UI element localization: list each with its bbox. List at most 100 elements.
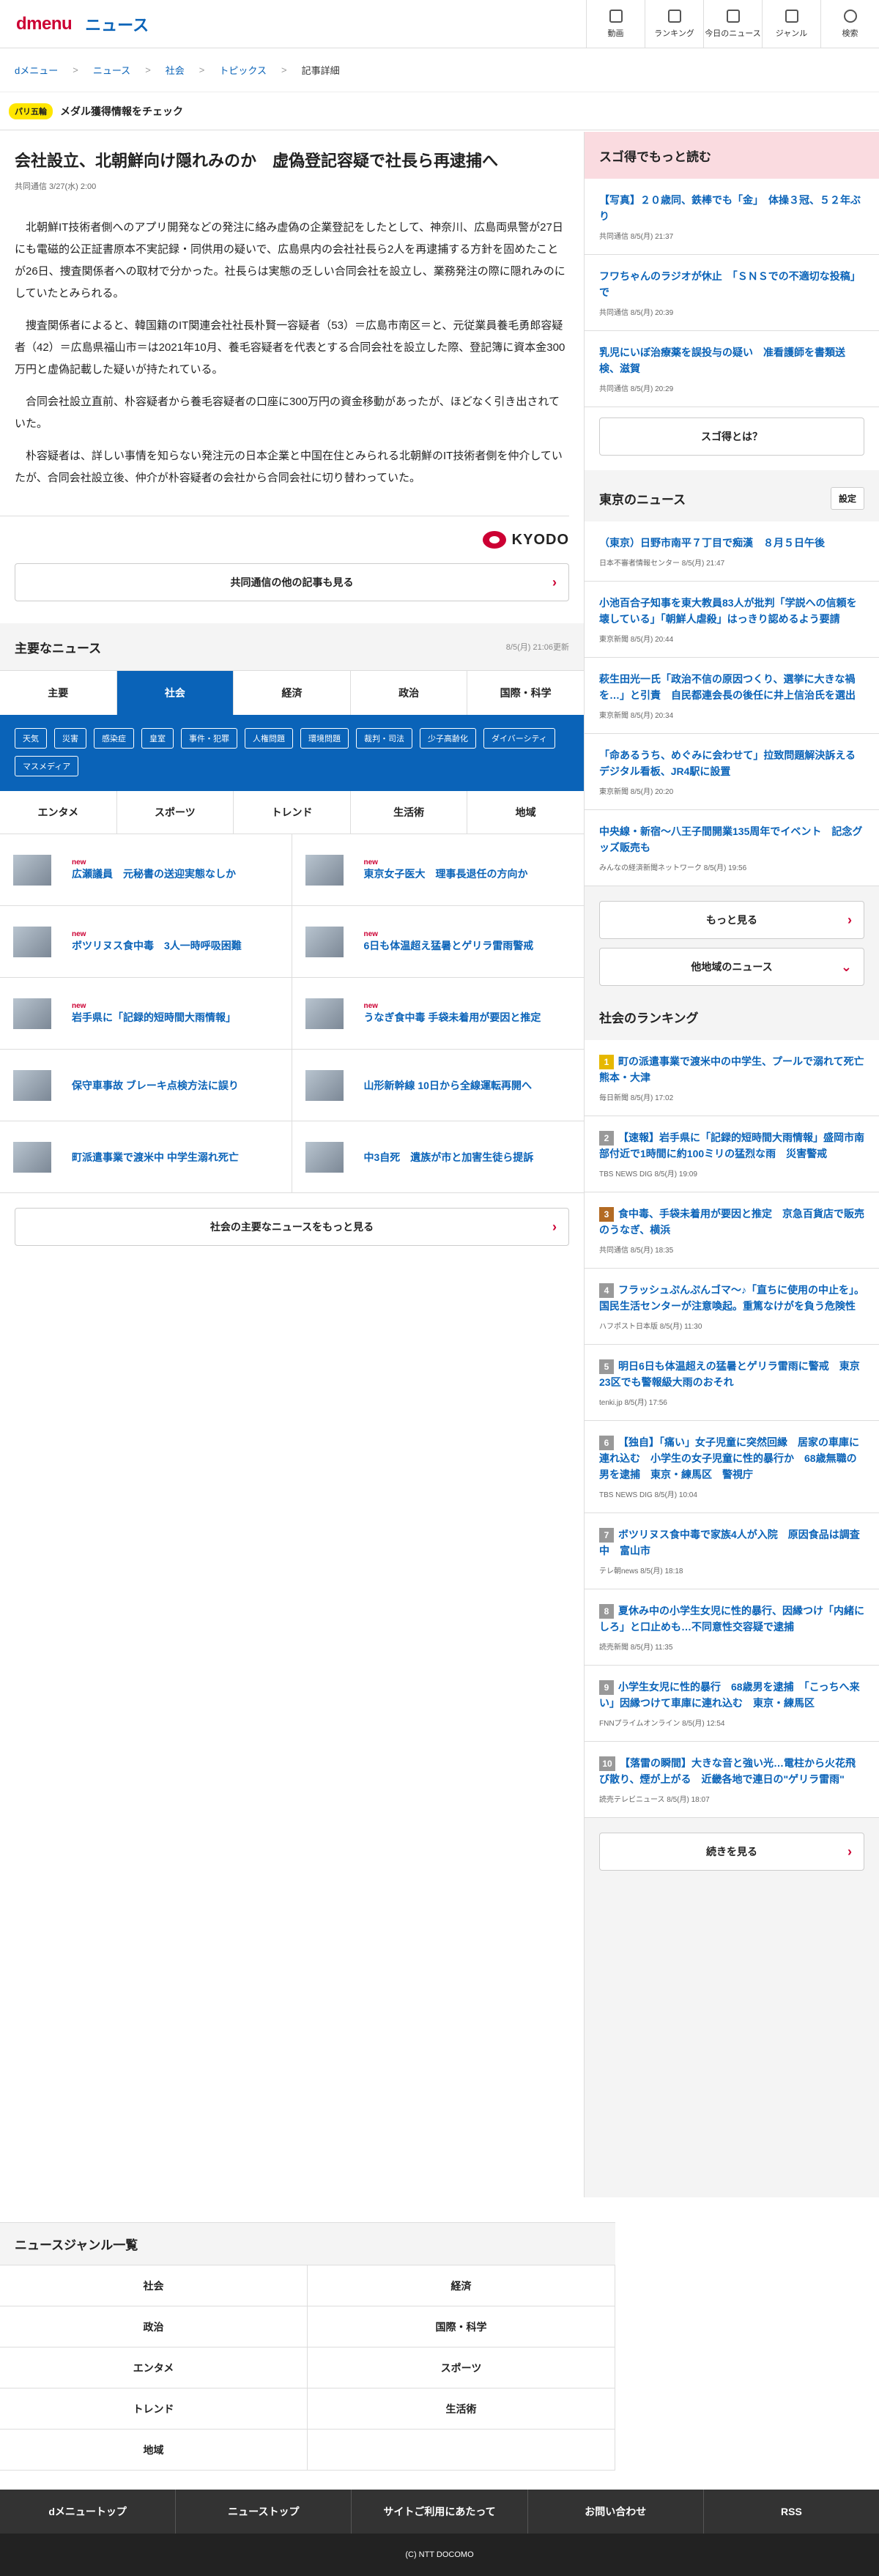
tab-international[interactable]: 国際・科学	[467, 671, 584, 715]
dmenu-logo[interactable]: dmenu	[16, 14, 73, 34]
header-nav: 動画 ランキング 今日のニュース ジャンル 検索	[586, 0, 879, 48]
rank-badge: 3	[599, 1207, 614, 1222]
tab-region[interactable]: 地域	[467, 791, 584, 834]
genre-economy[interactable]: 経済	[308, 2265, 615, 2306]
article-paragraph: 捜査関係者によると、韓国籍のIT関連会社社長朴賢一容疑者（53）＝広島市南区＝と…	[15, 319, 565, 376]
kyodo-logo: KYODO	[0, 516, 569, 549]
news-item[interactable]: 山形新幹線 10日から全線運転再開へ	[292, 1050, 584, 1121]
tab-economy[interactable]: 経済	[234, 671, 351, 715]
ranking-item[interactable]: 10 【落雷の瞬間】大きな音と強い光…電柱から火花飛び散り、煙が上がる 近畿各地で…	[585, 1742, 879, 1818]
footer-nav: dメニュートップ ニューストップ サイトご利用にあたって お問い合わせ RSS	[0, 2490, 879, 2534]
genre-entertainment[interactable]: エンタメ	[0, 2347, 308, 2388]
chip-environment[interactable]: 環境問題	[300, 728, 349, 749]
chevron-right-icon: ›	[848, 912, 852, 927]
chip-crime[interactable]: 事件・犯罪	[181, 728, 237, 749]
news-item[interactable]: new 東京女子医大 理事長退任の方向か	[292, 834, 584, 906]
tab-main[interactable]: 主要	[0, 671, 117, 715]
tab-lifestyle[interactable]: 生活術	[351, 791, 468, 834]
breadcrumb-dmenu[interactable]: dメニュー	[15, 63, 58, 77]
sugotoku-item[interactable]: 【写真】２０歳同、鉄棒でも「金」 体操３冠、５２年ぶり 共同通信 8/5(月) 2…	[585, 179, 879, 255]
footer-terms[interactable]: サイトご利用にあたって	[352, 2490, 528, 2534]
chip-diversity[interactable]: ダイバーシティ	[483, 728, 555, 749]
chip-weather[interactable]: 天気	[15, 728, 47, 749]
chip-human-rights[interactable]: 人権問題	[245, 728, 293, 749]
video-icon	[609, 9, 623, 23]
news-item[interactable]: new ボツリヌス食中毒 3人一時呼吸困難	[0, 906, 292, 978]
nav-search[interactable]: 検索	[820, 0, 879, 48]
ranking-more-button[interactable]: 続きを見る ›	[599, 1833, 864, 1871]
ranking-item[interactable]: 6 【独自】「痛い」女子児童に突然回縁 居家の車庫に連れ込む 小学生の女子児童に性…	[585, 1421, 879, 1513]
news-item[interactable]: 町派遣事業で渡米中 中学生溺れ死亡	[0, 1121, 292, 1193]
more-kyodo-button[interactable]: 共同通信の他の記事も見る ›	[15, 563, 569, 601]
news-item[interactable]: new 広瀬議員 元秘書の送迎実態なしか	[0, 834, 292, 906]
ranking-item[interactable]: 2 【速報】岩手県に「記録的短時間大雨情報」盛岡市南部付近で1時間に約100ミリの…	[585, 1116, 879, 1192]
ranking-item[interactable]: 4 フラッシュぷんぷんゴマ〜♪「直ちに使用の中止を」。国民生活センターが注意喚起。…	[585, 1269, 879, 1345]
chip-aging[interactable]: 少子高齢化	[420, 728, 476, 749]
genre-trend[interactable]: トレンド	[0, 2388, 308, 2430]
search-icon	[843, 9, 857, 23]
chip-infection[interactable]: 感染症	[94, 728, 134, 749]
tab-society[interactable]: 社会	[116, 671, 234, 715]
news-logo[interactable]: ニュース	[85, 12, 149, 36]
site-logo[interactable]: dmenu ニュース	[16, 12, 149, 36]
news-thumbnail	[305, 1069, 344, 1101]
ranking-item[interactable]: 8 夏休み中の小学生女児に性的暴行、因縁つけ「内緒にしろ」と口止めも…不同意性交容…	[585, 1589, 879, 1666]
ranking-item[interactable]: 5 明日6日も体温超えの猛暑とゲリラ雷雨に警戒 東京23区でも警報級大雨のおそれ t…	[585, 1345, 879, 1421]
genre-society[interactable]: 社会	[0, 2265, 308, 2306]
nav-today[interactable]: 今日のニュース	[703, 0, 762, 48]
chip-imperial[interactable]: 皇室	[141, 728, 174, 749]
chip-court[interactable]: 裁判・司法	[356, 728, 412, 749]
genre-international[interactable]: 国際・科学	[308, 2306, 615, 2347]
genre-lifestyle[interactable]: 生活術	[308, 2388, 615, 2430]
chip-disaster[interactable]: 災害	[54, 728, 86, 749]
tokyo-news-item[interactable]: 萩生田光一氏「政治不信の原因つくり、選挙に大きな禍を…」と引責 自民都連会長の後…	[585, 658, 879, 734]
tokyo-news-item[interactable]: 小池百合子知事を東大教員83人が批判「学説への信頼を壊している」「朝鮮人虐殺」は…	[585, 582, 879, 658]
sugotoku-about-button[interactable]: スゴ得とは？	[599, 417, 864, 456]
news-thumbnail	[305, 998, 344, 1029]
other-region-button[interactable]: 他地域のニュース ⌄	[599, 948, 864, 986]
tokyo-news-item[interactable]: 中央線・新宿〜八王子間開業135周年でイベント 記念グッズ販売も みんなの経済新聞…	[585, 810, 879, 886]
tokyo-more-button[interactable]: もっと見る ›	[599, 901, 864, 939]
news-thumbnail	[305, 854, 344, 886]
news-item[interactable]: new うなぎ食中毒 手袋未着用が要因と推定	[292, 978, 584, 1050]
news-item[interactable]: new 6日も体温超え猛暑とゲリラ雷雨警戒	[292, 906, 584, 978]
ranking-item[interactable]: 9 小学生女児に性的暴行 68歳男を逮捕 「こっちへ来い」因縁つけて車庫に連れ込む…	[585, 1666, 879, 1742]
ranking-item[interactable]: 3 食中毒、手袋未着用が要因と推定 京急百貨店で販売のうなぎ、横浜 共同通信 8/5…	[585, 1192, 879, 1269]
breadcrumb-society[interactable]: 社会	[166, 63, 185, 77]
ticker-text[interactable]: メダル獲得情報をチェック	[60, 104, 183, 119]
breadcrumb-news[interactable]: ニュース	[93, 63, 130, 77]
ranking-item[interactable]: 1 町の派遣事業で渡米中の中学生、プールで溺れて死亡 熊本・大津 毎日新聞 8/5(…	[585, 1040, 879, 1116]
footer-news-top[interactable]: ニューストップ	[176, 2490, 352, 2534]
news-item[interactable]: 中3自死 遺族が市と加害生徒ら提訴	[292, 1121, 584, 1193]
rank-badge: 10	[599, 1756, 615, 1771]
nav-genre[interactable]: ジャンル	[762, 0, 820, 48]
more-society-button[interactable]: 社会の主要なニュースをもっと見る ›	[15, 1208, 569, 1246]
tab-politics[interactable]: 政治	[351, 671, 468, 715]
tokyo-news-item[interactable]: 「命あるうち、めぐみに会わせて」拉致問題解決訴えるデジタル看板、JR4駅に設置東…	[585, 734, 879, 810]
chip-mass-media[interactable]: マスメディア	[15, 756, 79, 776]
news-item[interactable]: new 岩手県に「記録的短時間大雨情報」	[0, 978, 292, 1050]
tab-entertainment[interactable]: エンタメ	[0, 791, 117, 834]
tokyo-news-item[interactable]: （東京）日野市南平７丁目で痴漢 ８月５日午後 日本不審者情報センター 8/5(月)…	[585, 521, 879, 582]
settings-button[interactable]: 設定	[830, 486, 864, 510]
tab-trend[interactable]: トレンド	[234, 791, 351, 834]
genre-sports[interactable]: スポーツ	[308, 2347, 615, 2388]
news-item[interactable]: 保守車事故 ブレーキ点検方法に誤り	[0, 1050, 292, 1121]
sugotoku-item[interactable]: フワちゃんのラジオが休止 「ＳＮＳでの不適切な投稿」で 共同通信 8/5(月) 2…	[585, 255, 879, 331]
news-tabs: 主要 社会 経済 政治 国際・科学	[0, 670, 584, 715]
sugotoku-item[interactable]: 乳児にいぼ治療薬を誤投与の疑い 准看護師を書類送検、滋賀 共同通信 8/5(月) …	[585, 331, 879, 407]
genre-region[interactable]: 地域	[0, 2430, 308, 2471]
footer-contact[interactable]: お問い合わせ	[528, 2490, 704, 2534]
footer-dmenu-top[interactable]: dメニュートップ	[0, 2490, 177, 2534]
breadcrumb-topics[interactable]: トピックス	[219, 63, 267, 77]
nav-video[interactable]: 動画	[586, 0, 645, 48]
footer-rss[interactable]: RSS	[704, 2490, 879, 2534]
tab-sports[interactable]: スポーツ	[117, 791, 234, 834]
main-news-header: 主要なニュース 8/5(月) 21:06更新	[0, 623, 584, 670]
nav-ranking[interactable]: ランキング	[645, 0, 703, 48]
news-thumbnail	[13, 998, 51, 1029]
ticker-bar[interactable]: パリ五輪 メダル獲得情報をチェック	[0, 92, 879, 130]
ranking-item[interactable]: 7 ボツリヌス食中毒で家族4人が入院 原因食品は調査中 富山市 テレ朝news 8/…	[585, 1513, 879, 1589]
genre-politics[interactable]: 政治	[0, 2306, 308, 2347]
news-thumbnail	[305, 926, 344, 957]
